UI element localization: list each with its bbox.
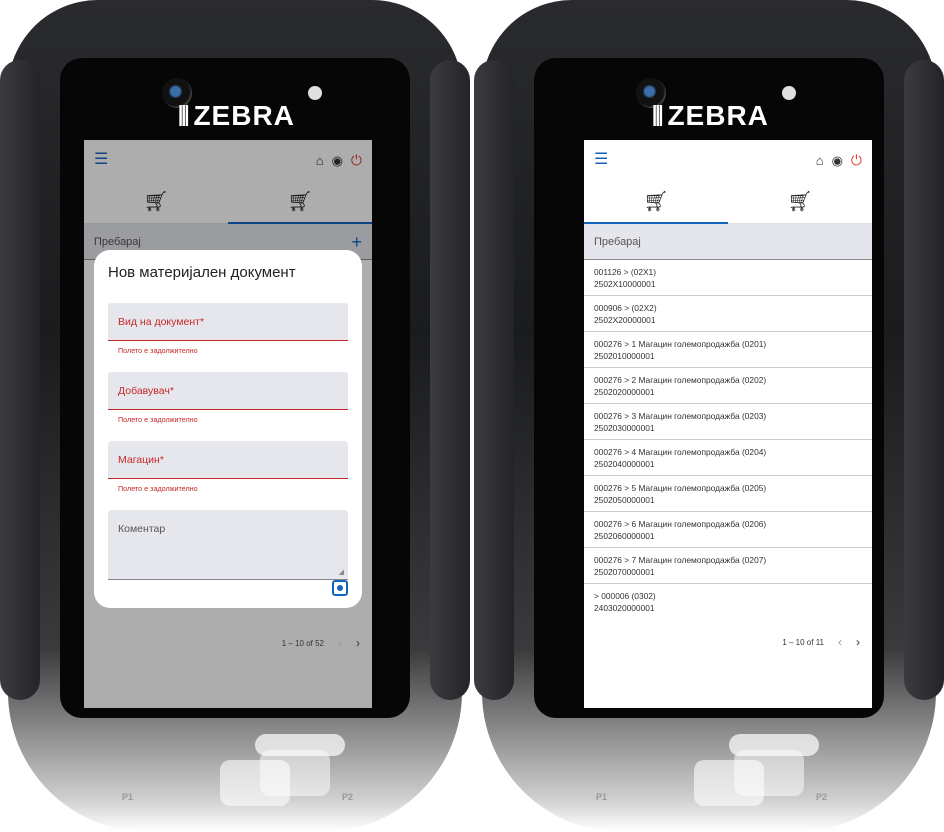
- save-button[interactable]: [332, 580, 348, 596]
- brand-logo: ⦀ ZEBRA: [652, 100, 769, 132]
- home-icon[interactable]: ⌂: [816, 154, 824, 167]
- tab-cart[interactable]: 🛒︎: [584, 180, 728, 224]
- new-document-dialog: Нов материјален документ Вид на документ…: [94, 250, 362, 608]
- item-line-1: 000276 > 5 Магацин големопродажба (0205): [594, 483, 767, 493]
- top-app-bar: ☰ ⌂ ◉ ⏻: [584, 140, 872, 180]
- item-line-1: 001126 > (02X1): [594, 267, 657, 277]
- tab-cart-add[interactable]: 🛒︎: [728, 180, 872, 223]
- device-left: ⦀ ZEBRA ☰ ⌂ ◉ ⏻ 🛒︎ 🛒︎ Пребарај + Нов мат…: [0, 0, 470, 832]
- keypad: P1 P2: [60, 730, 410, 832]
- side-bumper: [474, 60, 514, 700]
- account-circle-icon[interactable]: ◉: [832, 154, 843, 167]
- item-line-1: > 000006 (0302): [594, 591, 656, 601]
- item-line-2: 2502010000001: [594, 351, 655, 361]
- item-line-2: 2502050000001: [594, 495, 655, 505]
- item-line-1: 000276 > 6 Магацин големопродажба (0206): [594, 519, 767, 529]
- warehouse-field[interactable]: Магацин*: [108, 441, 348, 479]
- item-line-2: 2403020000001: [594, 603, 655, 613]
- brand-logo: ⦀ ZEBRA: [178, 100, 295, 132]
- brand-name: ZEBRA: [193, 100, 295, 131]
- zebra-logo-icon: ⦀: [652, 101, 664, 131]
- chevron-right-icon[interactable]: ›: [856, 635, 860, 649]
- tab-bar: 🛒︎ 🛒︎: [584, 180, 872, 224]
- paginator: 1 – 10 of 11 ‹ ›: [584, 619, 872, 665]
- search-bar[interactable]: Пребарај: [584, 224, 872, 260]
- item-line-2: 2502020000001: [594, 387, 655, 397]
- search-label: Пребарај: [594, 235, 641, 248]
- nav-key[interactable]: [260, 750, 330, 796]
- item-line-2: 2502X10000001: [594, 279, 656, 289]
- resize-handle-icon[interactable]: ◢: [339, 568, 344, 576]
- p2-key-label: P2: [342, 792, 354, 802]
- list-item[interactable]: 000276 > 3 Магацин големопродажба (0203)…: [584, 404, 872, 440]
- document-list: 001126 > (02X1) 2502X10000001 000906 > (0…: [584, 260, 872, 619]
- paginator-range: 1 – 10 of 52: [281, 638, 324, 648]
- hamburger-icon[interactable]: ☰: [594, 152, 608, 168]
- comment-label: Коментар: [118, 523, 166, 535]
- save-icon: [337, 585, 343, 591]
- document-type-field[interactable]: Вид на документ*: [108, 303, 348, 341]
- keypad: P1 P2: [534, 730, 884, 832]
- list-item[interactable]: 001126 > (02X1) 2502X10000001: [584, 260, 872, 296]
- item-line-2: 2502040000001: [594, 459, 655, 469]
- cart-add-icon: 🛒︎: [787, 191, 813, 213]
- power-icon[interactable]: ⏻: [851, 153, 862, 167]
- device-right: ⦀ ZEBRA ☰ ⌂ ◉ ⏻ 🛒︎ 🛒︎ Пребарај 001126 > …: [474, 0, 944, 832]
- field-error: Полето е задолжително: [118, 484, 198, 493]
- p2-key-label: P2: [816, 792, 828, 802]
- p1-key-label: P1: [596, 792, 608, 802]
- item-line-1: 000276 > 7 Магацин големопродажба (0207): [594, 555, 767, 565]
- item-line-2: 2502060000001: [594, 531, 655, 541]
- item-line-2: 2502X20000001: [594, 315, 656, 325]
- brand-name: ZEBRA: [667, 100, 769, 131]
- item-line-1: 000276 > 3 Магацин големопродажба (0203): [594, 411, 767, 421]
- top-actions: ⌂ ◉ ⏻: [816, 153, 862, 167]
- side-bumper: [0, 60, 40, 700]
- list-item[interactable]: > 000006 (0302) 2403020000001: [584, 584, 872, 619]
- list-item[interactable]: 000276 > 5 Магацин големопродажба (0205)…: [584, 476, 872, 512]
- list-item[interactable]: 000276 > 4 Магацин големопродажба (0204)…: [584, 440, 872, 476]
- paginator: 1 – 10 of 52 ‹ ›: [84, 620, 372, 666]
- item-line-2: 2502070000001: [594, 567, 655, 577]
- list-item[interactable]: 000906 > (02X2) 2502X20000001: [584, 296, 872, 332]
- paginator-range: 1 – 10 of 11: [782, 637, 824, 647]
- comment-field[interactable]: Коментар ◢: [108, 510, 348, 580]
- p1-key-label: P1: [122, 792, 134, 802]
- chevron-left-icon[interactable]: ‹: [838, 635, 842, 649]
- field-error: Полето е задолжително: [118, 346, 198, 355]
- list-item[interactable]: 000276 > 7 Магацин големопродажба (0207)…: [584, 548, 872, 584]
- item-line-1: 000276 > 4 Магацин големопродажба (0204): [594, 447, 767, 457]
- item-line-1: 000276 > 2 Магацин големопродажба (0202): [594, 375, 767, 385]
- light-sensor: [308, 86, 322, 100]
- chevron-right-icon[interactable]: ›: [356, 636, 360, 650]
- side-bumper: [904, 60, 944, 700]
- app-screen: ☰ ⌂ ◉ ⏻ 🛒︎ 🛒︎ Пребарај 001126 > (02X1) 25…: [584, 140, 872, 708]
- dialog-title: Нов материјален документ: [108, 264, 296, 281]
- light-sensor: [782, 86, 796, 100]
- cart-icon: 🛒︎: [643, 191, 669, 213]
- list-item[interactable]: 000276 > 2 Магацин големопродажба (0202)…: [584, 368, 872, 404]
- nav-key[interactable]: [734, 750, 804, 796]
- stage: ⦀ ZEBRA ☰ ⌂ ◉ ⏻ 🛒︎ 🛒︎ Пребарај + Нов мат…: [0, 0, 944, 832]
- item-line-1: 000276 > 1 Магацин големопродажба (0201): [594, 339, 767, 349]
- chevron-left-icon[interactable]: ‹: [338, 636, 342, 650]
- app-screen: ☰ ⌂ ◉ ⏻ 🛒︎ 🛒︎ Пребарај + Нов материјален…: [84, 140, 372, 708]
- field-error: Полето е задолжително: [118, 415, 198, 424]
- zebra-logo-icon: ⦀: [178, 101, 190, 131]
- list-item[interactable]: 000276 > 1 Магацин големопродажба (0201)…: [584, 332, 872, 368]
- supplier-field[interactable]: Добавувач*: [108, 372, 348, 410]
- item-line-2: 2502030000001: [594, 423, 655, 433]
- list-item[interactable]: 000276 > 6 Магацин големопродажба (0206)…: [584, 512, 872, 548]
- item-line-1: 000906 > (02X2): [594, 303, 657, 313]
- side-bumper: [430, 60, 470, 700]
